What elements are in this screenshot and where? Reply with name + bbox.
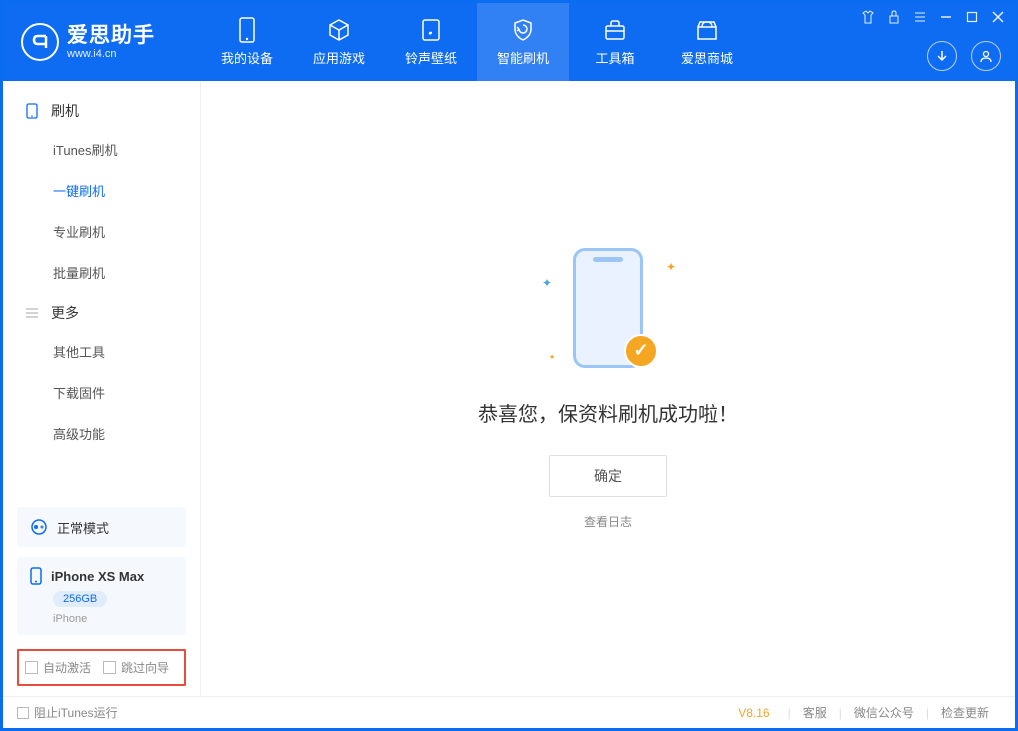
success-illustration: ✓ ✦ ✦ •	[548, 248, 668, 378]
sidebar-section-flash: 刷机	[3, 91, 200, 129]
sidebar-item-oneclick-flash[interactable]: 一键刷机	[3, 170, 200, 211]
lock-icon[interactable]	[885, 8, 903, 26]
check-badge-icon: ✓	[624, 334, 658, 368]
section-title: 刷机	[51, 101, 79, 121]
tab-label: 智能刷机	[497, 48, 549, 67]
tab-label: 铃声壁纸	[405, 48, 457, 67]
main-content: ✓ ✦ ✦ • 恭喜您，保资料刷机成功啦！ 确定 查看日志	[201, 81, 1015, 696]
checkbox-label: 阻止iTunes运行	[34, 704, 118, 721]
tab-store[interactable]: 爱思商城	[661, 3, 753, 81]
header-right-icons	[927, 41, 1001, 71]
tab-label: 应用游戏	[313, 48, 365, 67]
footer-link-service[interactable]: 客服	[791, 704, 839, 721]
shield-icon	[511, 17, 535, 43]
shirt-icon[interactable]	[859, 8, 877, 26]
checkbox-skip-wizard[interactable]: 跳过向导	[103, 659, 169, 676]
toolbox-icon	[603, 17, 627, 43]
sidebar-item-download-firmware[interactable]: 下载固件	[3, 372, 200, 413]
sidebar-item-pro-flash[interactable]: 专业刷机	[3, 211, 200, 252]
cube-icon	[327, 17, 351, 43]
tab-label: 爱思商城	[681, 48, 733, 67]
music-file-icon	[420, 17, 442, 43]
device-card[interactable]: iPhone XS Max 256GB iPhone	[17, 557, 186, 635]
device-phone-icon	[29, 567, 43, 585]
header: 爱思助手 www.i4.cn 我的设备 应用游戏 铃声壁纸 智能刷机	[3, 3, 1015, 81]
sparkle-icon: ✦	[666, 260, 676, 274]
mode-icon	[29, 517, 49, 537]
logo-area: 爱思助手 www.i4.cn	[3, 3, 201, 81]
sidebar-item-itunes-flash[interactable]: iTunes刷机	[3, 129, 200, 170]
checkbox-icon	[17, 707, 29, 719]
success-message: 恭喜您，保资料刷机成功啦！	[478, 398, 738, 427]
checkbox-label: 自动激活	[43, 659, 91, 676]
close-icon[interactable]	[989, 8, 1007, 26]
tab-smart-flash[interactable]: 智能刷机	[477, 3, 569, 81]
body: 刷机 iTunes刷机 一键刷机 专业刷机 批量刷机 更多 其他工具 下载固件 …	[3, 81, 1015, 696]
tab-my-device[interactable]: 我的设备	[201, 3, 293, 81]
view-log-link[interactable]: 查看日志	[584, 513, 632, 530]
header-tabs: 我的设备 应用游戏 铃声壁纸 智能刷机 工具箱 爱思商城	[201, 3, 753, 81]
download-icon[interactable]	[927, 41, 957, 71]
sidebar-section-more: 更多	[3, 293, 200, 331]
mode-label: 正常模式	[57, 518, 109, 537]
ok-button[interactable]: 确定	[549, 455, 667, 497]
sidebar-devices: 正常模式 iPhone XS Max 256GB iPhone	[3, 507, 200, 645]
app-url: www.i4.cn	[67, 48, 155, 60]
logo-icon	[21, 23, 59, 61]
sidebar-item-batch-flash[interactable]: 批量刷机	[3, 252, 200, 293]
sidebar-item-other-tools[interactable]: 其他工具	[3, 331, 200, 372]
tab-label: 工具箱	[595, 48, 634, 67]
highlighted-checkbox-row: 自动激活 跳过向导	[17, 649, 186, 686]
footer-link-wechat[interactable]: 微信公众号	[842, 704, 926, 721]
mode-card[interactable]: 正常模式	[17, 507, 186, 547]
device-type: iPhone	[53, 613, 174, 625]
tab-apps-games[interactable]: 应用游戏	[293, 3, 385, 81]
maximize-icon[interactable]	[963, 8, 981, 26]
device-capacity: 256GB	[53, 591, 107, 607]
sidebar-nav: 刷机 iTunes刷机 一键刷机 专业刷机 批量刷机 更多 其他工具 下载固件 …	[3, 81, 200, 507]
checkbox-label: 跳过向导	[121, 659, 169, 676]
menu-icon[interactable]	[911, 8, 929, 26]
store-icon	[695, 17, 719, 43]
sparkle-icon: •	[550, 350, 554, 364]
sidebar: 刷机 iTunes刷机 一键刷机 专业刷机 批量刷机 更多 其他工具 下载固件 …	[3, 81, 201, 696]
checkbox-icon	[25, 661, 38, 674]
list-icon	[23, 304, 41, 322]
window-controls	[859, 8, 1007, 26]
checkbox-icon	[103, 661, 116, 674]
app-window: 爱思助手 www.i4.cn 我的设备 应用游戏 铃声壁纸 智能刷机	[0, 0, 1018, 731]
section-title: 更多	[51, 303, 79, 323]
app-name: 爱思助手	[67, 24, 155, 47]
device-name: iPhone XS Max	[51, 569, 144, 584]
checkbox-block-itunes[interactable]: 阻止iTunes运行	[17, 704, 118, 721]
version-label: V8.16	[738, 706, 769, 720]
tab-toolbox[interactable]: 工具箱	[569, 3, 661, 81]
footer: 阻止iTunes运行 V8.16 | 客服 | 微信公众号 | 检查更新	[3, 696, 1015, 728]
tab-label: 我的设备	[221, 48, 273, 67]
footer-link-update[interactable]: 检查更新	[929, 704, 1001, 721]
user-icon[interactable]	[971, 41, 1001, 71]
device-icon	[238, 17, 256, 43]
phone-icon	[23, 102, 41, 120]
sparkle-icon: ✦	[542, 276, 552, 290]
checkbox-auto-activate[interactable]: 自动激活	[25, 659, 91, 676]
tab-ringtone-wallpaper[interactable]: 铃声壁纸	[385, 3, 477, 81]
sidebar-item-advanced[interactable]: 高级功能	[3, 413, 200, 454]
minimize-icon[interactable]	[937, 8, 955, 26]
